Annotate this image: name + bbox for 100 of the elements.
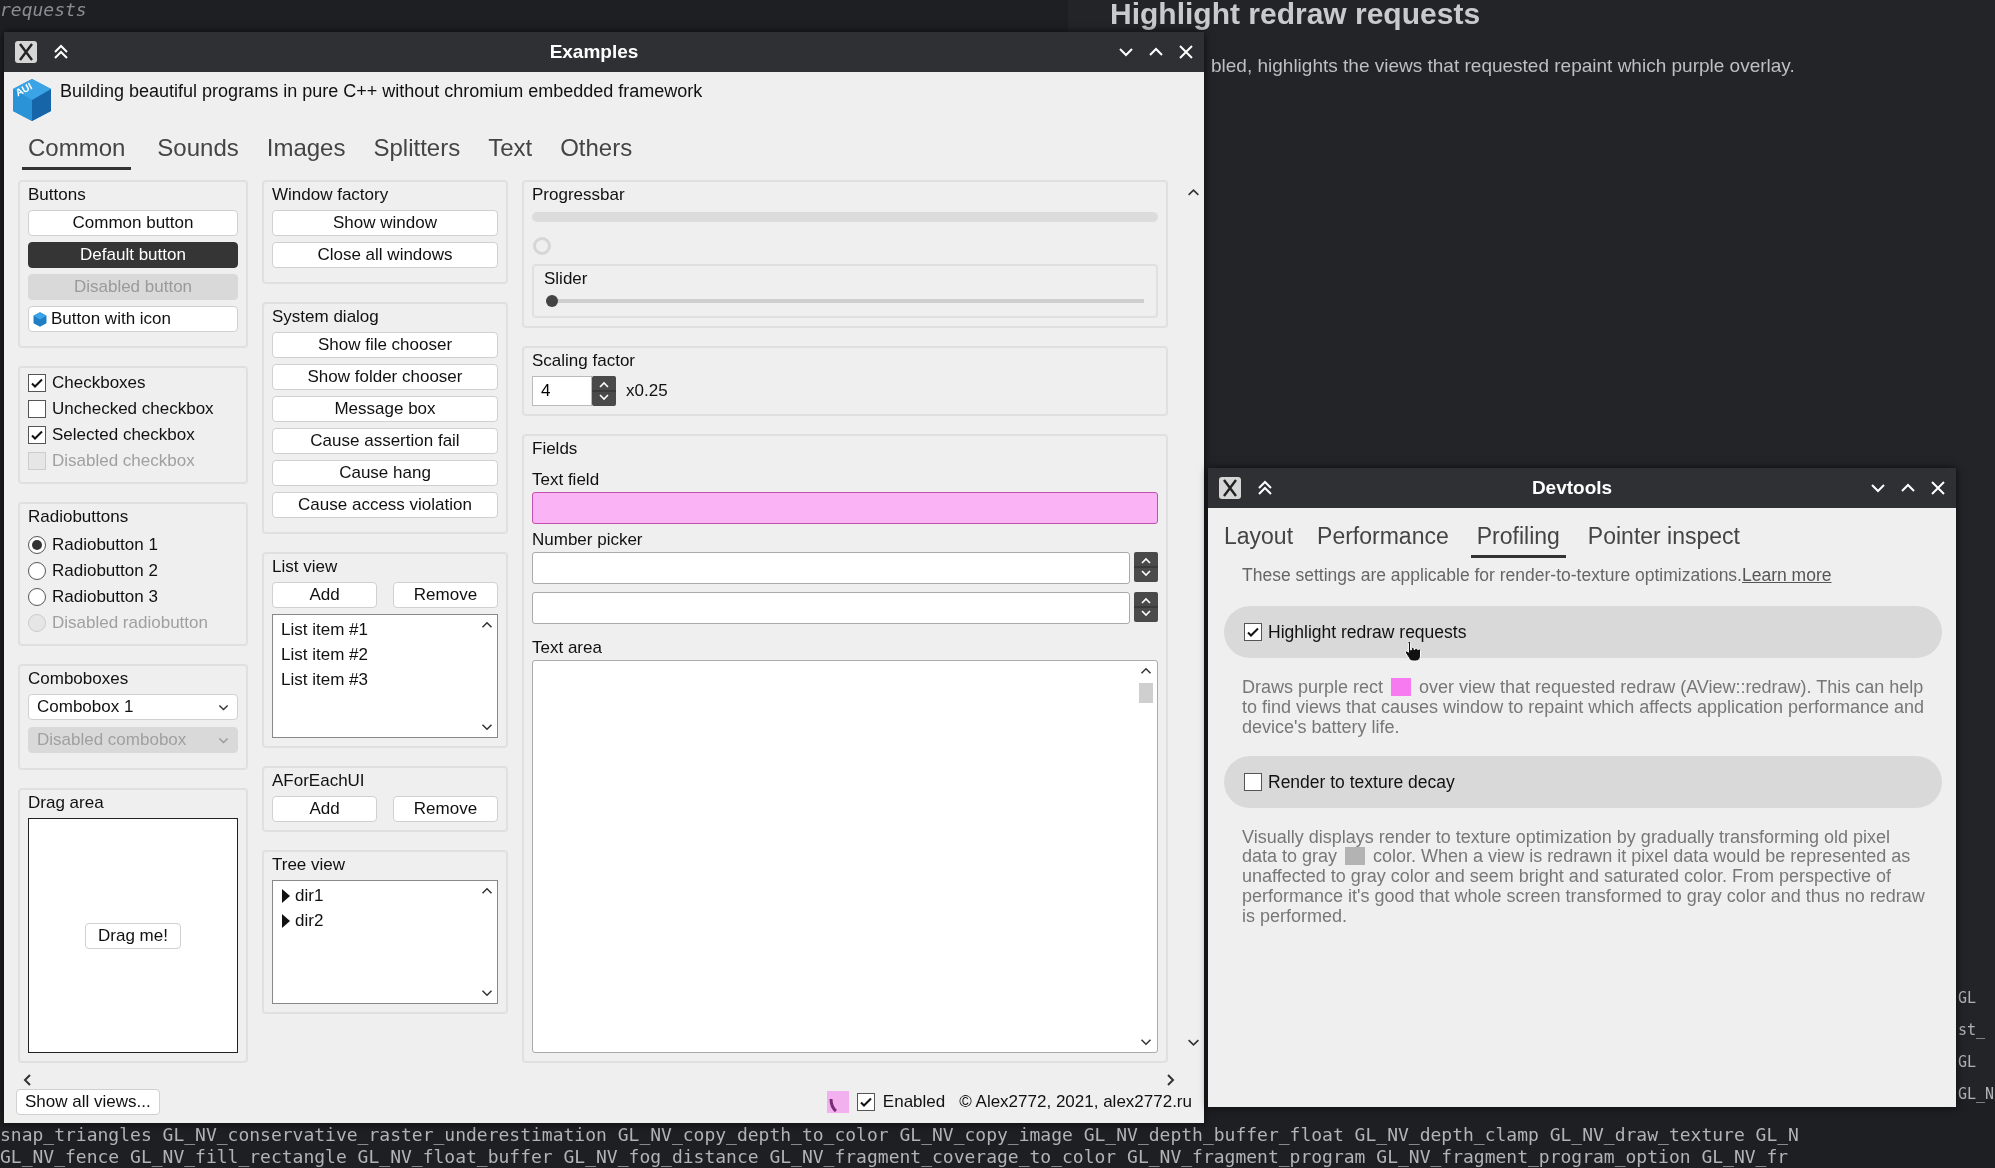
radio-button[interactable] [28,588,46,606]
tab[interactable]: Splitters [371,132,463,170]
heading: Highlight redraw requests [1110,0,1481,32]
combobox[interactable]: Combobox 1 [28,694,238,720]
group-title: Drag area [28,792,105,814]
group-title: Progressbar [532,184,626,206]
button[interactable]: Close all windows [272,242,498,268]
checkbox[interactable] [28,426,46,444]
expand-arrow-icon[interactable] [281,913,291,928]
stepper-icon[interactable] [1134,551,1158,582]
number-field[interactable] [532,591,1130,624]
text-field[interactable] [532,491,1158,524]
button[interactable]: Cause access violation [272,492,498,518]
checkbox[interactable] [28,374,46,392]
button[interactable]: Default button [28,242,238,268]
group-title: Window factory [272,184,390,206]
tab[interactable]: Layout [1222,520,1296,558]
app-icon [1218,476,1242,500]
stepper-icon[interactable] [1134,591,1158,622]
code-line: GL_N [1958,1084,1995,1105]
scroll-right-icon[interactable] [1166,1073,1176,1087]
group-title: System dialog [272,306,380,328]
button[interactable]: Show file chooser [272,332,498,358]
double-chevron-icon[interactable] [1256,479,1274,497]
hand-cursor-icon [1404,640,1422,662]
tab[interactable]: Profiling [1470,520,1566,558]
scroll-thumb-icon[interactable] [1139,682,1153,703]
header-text: Building beautiful programs in pure C++ without chromium embedded framework [60,80,703,103]
button[interactable]: Remove [393,582,498,608]
code-line: st_ [1958,1020,1987,1041]
double-chevron-icon[interactable] [52,43,70,61]
checkbox-label: Selected checkbox [52,424,195,446]
intro-text: These settings are applicable for render-to-texture optimizations. [1242,565,1742,585]
button[interactable]: Show all views... [16,1089,160,1115]
option-row[interactable]: Render to texture decay [1224,755,1942,808]
radio-button[interactable] [28,536,46,554]
group-title: Comboboxes [28,668,130,690]
radio-button[interactable] [28,562,46,580]
copyright-text: © Alex2772, 2021, alex2772.ru [959,1091,1192,1114]
group-title: Fields [532,437,579,460]
checkbox[interactable] [28,400,46,418]
expand-arrow-icon[interactable] [281,888,291,903]
field-label: Text area [532,636,603,659]
button[interactable]: Remove [393,796,498,822]
close-icon[interactable] [1178,44,1194,60]
number-field[interactable]: 4 [532,375,592,406]
radio-label: Radiobutton 3 [52,586,158,608]
field-label: Text field [532,468,601,491]
group-title: Tree view [272,854,347,876]
button[interactable]: Cause hang [272,460,498,486]
group-title: Buttons [28,184,87,206]
checkbox[interactable] [1244,772,1262,791]
tree-item[interactable]: dir2 [295,908,324,933]
tab[interactable]: Sounds [155,132,241,170]
checkbox-label: Unchecked checkbox [52,398,214,420]
app-icon [14,40,38,64]
option-label: Highlight redraw requests [1268,621,1467,645]
button[interactable]: Button with icon [28,306,238,332]
scale-label: x0.25 [626,379,668,402]
slider-thumb[interactable] [546,294,558,307]
code-line: GL [1958,988,1978,1009]
paragraph: bled, highlights the views that requested repaint which purple overlay. [1211,54,1795,78]
group-title: Radiobuttons [28,506,130,528]
field-label: Number picker [532,528,644,551]
button[interactable]: Message box [272,396,498,422]
description-text: Visually displays render to texture optimization by gradually transforming old pixel data to gray color. When a view is redrawn it pixel data would be represented as unaffected to gray color and seem bright and saturated color. From perspective of performance it's good that whole screen transformed to gray color and thus no redraw is performed. [1242,827,1926,927]
list-item[interactable]: List item #1 [281,617,469,642]
tab[interactable]: Text [486,132,535,170]
tree-item[interactable]: dir1 [295,883,324,908]
list-item[interactable]: List item #3 [281,667,469,692]
button[interactable]: Cause assertion fail [272,428,498,454]
code-line: snap_triangles GL_NV_conservative_raster_underestimation GL_NV_copy_depth_to_color GL_NV_copy_image GL_NV_depth_buffer_float GL_NV_depth_clamp GL_NV_draw_texture GL_N [0,1124,1799,1146]
checkbox[interactable] [1244,623,1262,642]
button[interactable]: Add [272,796,377,822]
checkbox[interactable] [856,1093,875,1111]
button[interactable]: Show folder chooser [272,364,498,390]
button[interactable]: Add [272,582,377,608]
tab[interactable]: Pointer inspect [1585,520,1742,558]
option-row[interactable]: Highlight redraw requests [1224,606,1942,659]
window-title: Devtools [1530,475,1614,500]
button[interactable]: Common button [28,210,238,236]
number-field[interactable] [532,551,1130,584]
code-line: GL [1958,1052,1978,1073]
button[interactable]: Drag me! [85,922,181,949]
tab[interactable]: Common [22,132,132,170]
group-title: List view [272,556,339,578]
learn-more-link[interactable]: Learn more [1742,565,1832,585]
button[interactable]: Show window [272,210,498,236]
tab[interactable]: Images [264,132,348,170]
tab[interactable]: Performance [1315,520,1451,558]
scroll-left-icon[interactable] [22,1073,32,1087]
close-icon[interactable] [1930,480,1946,496]
group-title: AForEachUI [272,770,366,792]
drag-area[interactable]: Drag me! [28,818,238,1053]
tab[interactable]: Others [558,132,635,170]
list-item[interactable]: List item #2 [281,642,469,667]
stepper-icon[interactable] [592,375,616,406]
option-label: Render to texture decay [1268,770,1455,794]
spinner-icon [532,235,552,256]
checkbox-label: Disabled checkbox [52,450,195,472]
